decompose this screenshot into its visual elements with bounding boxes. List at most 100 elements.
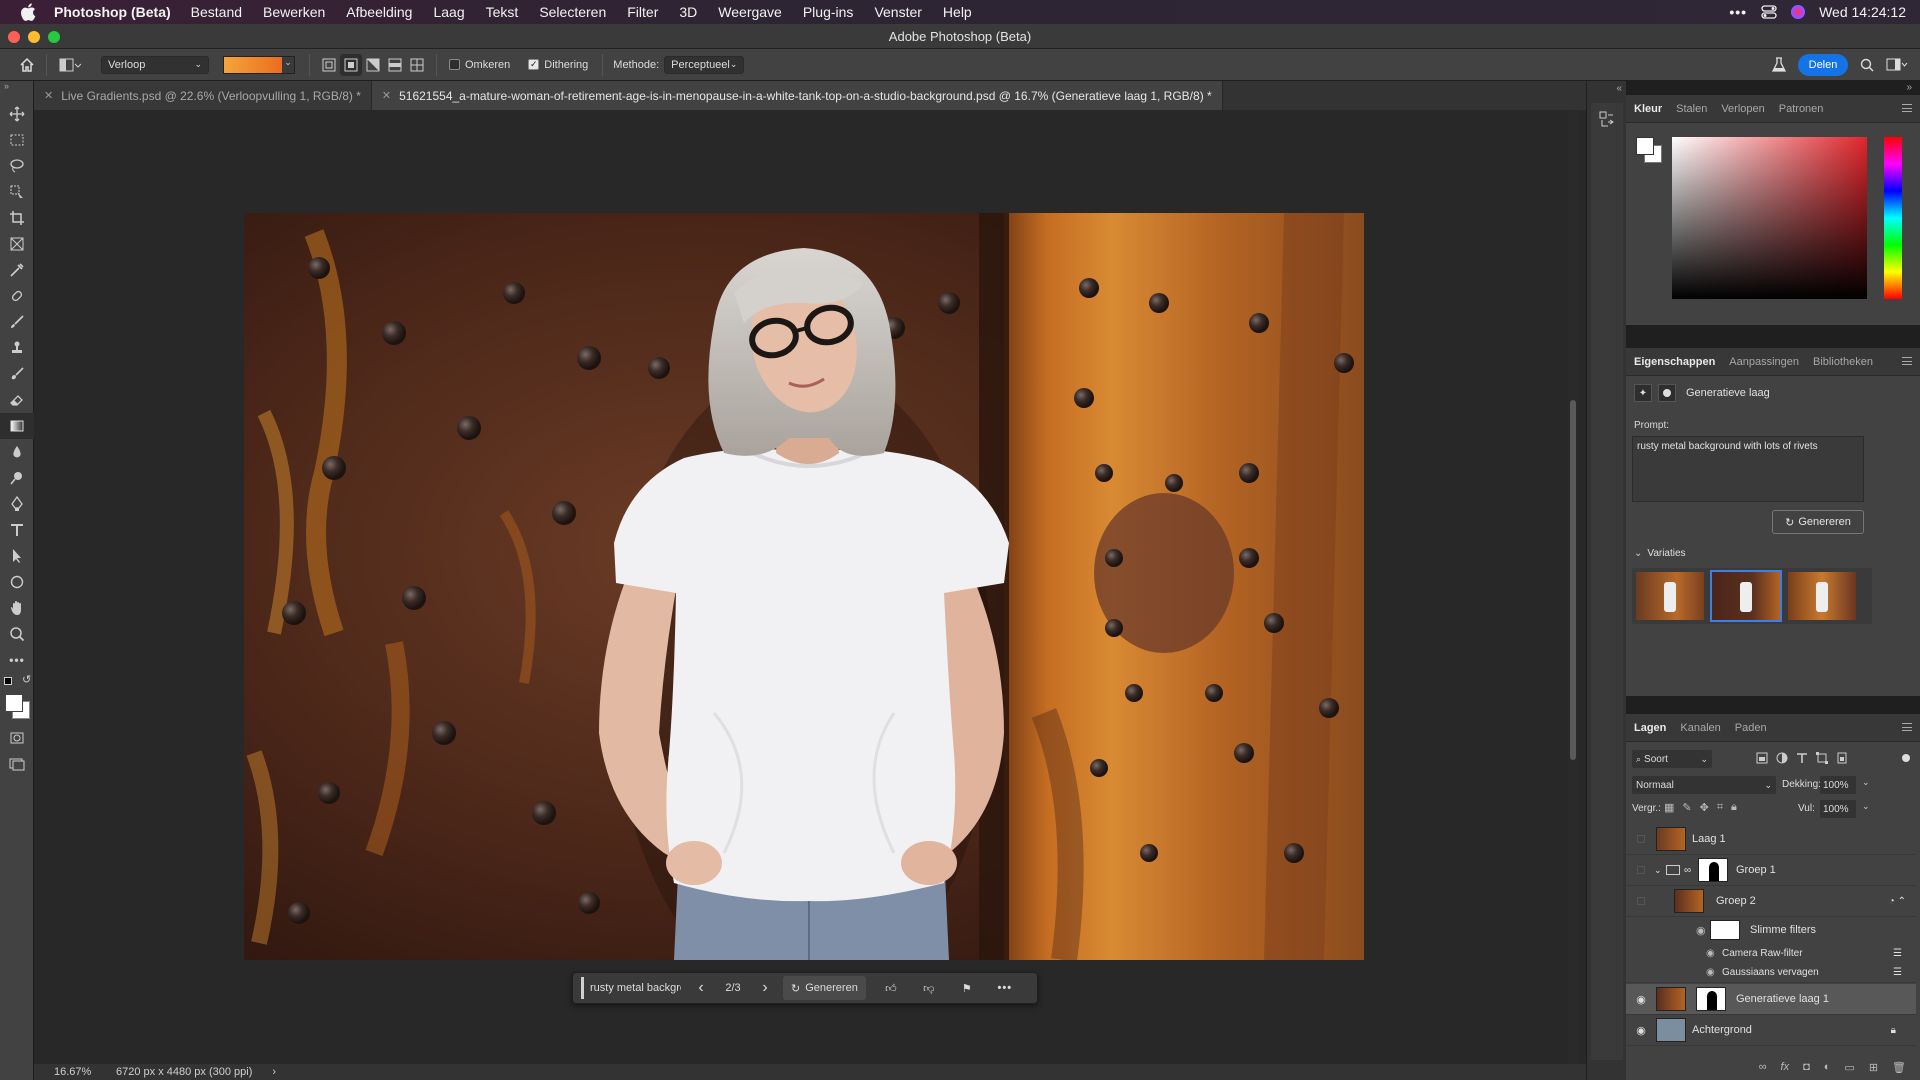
menu-venster[interactable]: Venster [874,4,921,20]
delete-layer-icon[interactable]: 🗑︎ [1892,1061,1906,1074]
gradient-preview[interactable]: ⌄ [223,55,295,74]
minimize-window-icon[interactable] [28,31,40,43]
close-tab-icon[interactable]: ✕ [382,89,391,102]
filter-toggle[interactable] [1902,754,1910,762]
zoom-tool-icon[interactable] [0,621,34,647]
opacity-field[interactable]: 100% [1820,776,1856,794]
panel-menu-icon[interactable] [1902,104,1912,112]
search-icon[interactable] [1856,54,1878,76]
beaker-icon[interactable] [1768,54,1790,76]
layer-row-laag-1[interactable]: Laag 1 [1626,824,1916,855]
new-group-icon[interactable]: ▭ [1844,1061,1854,1074]
color-field[interactable] [1672,137,1867,299]
layer-row-generative-layer[interactable]: ◉ Generatieve laag 1 [1626,984,1916,1015]
home-icon[interactable] [16,54,38,76]
menu-laag[interactable]: Laag [433,4,464,20]
lock-transparency-icon[interactable]: ▦ [1664,801,1674,814]
close-window-icon[interactable] [8,31,20,43]
move-tool-icon[interactable] [0,101,34,127]
zoom-window-icon[interactable] [48,31,60,43]
previous-variation-button[interactable]: ‹ [687,976,715,1000]
variation-thumbnail[interactable] [1636,572,1704,620]
menu-help[interactable]: Help [943,4,972,20]
tab-active-document[interactable]: ✕ 51621554_a-mature-woman-of-retirement-… [371,81,1223,110]
history-panel-icon[interactable] [1599,111,1615,132]
thumbs-down-icon[interactable]: 👎︎ [910,976,948,1000]
eraser-tool-icon[interactable] [0,387,34,413]
layer-row-background[interactable]: ◉ Achtergrond 🔒︎ [1626,1015,1916,1046]
tab-live-gradients[interactable]: ✕ Live Gradients.psd @ 22.6% (Verloopvul… [34,81,372,110]
radial-gradient-icon[interactable] [340,53,362,76]
zoom-level[interactable]: 16.67% [54,1066,108,1078]
foreground-color-swatch[interactable] [5,694,23,712]
pixel-filter-icon[interactable] [1756,752,1768,764]
blur-tool-icon[interactable] [0,439,34,465]
collapse-dock-icon[interactable]: » [1906,82,1912,93]
scroll-thumb[interactable] [1570,400,1576,760]
tab-stalen[interactable]: Stalen [1676,103,1707,115]
tab-lagen[interactable]: Lagen [1634,722,1666,734]
menu-3d[interactable]: 3D [679,4,697,20]
color-swatches[interactable] [0,691,33,725]
smart-object-filter-icon[interactable] [1836,752,1848,764]
chevron-down-icon[interactable]: ⌄ [282,56,294,73]
share-button[interactable]: Delen [1798,54,1848,76]
fx-icon[interactable]: fx [1781,1061,1790,1073]
visibility-toggle[interactable] [1634,863,1648,877]
crop-tool-icon[interactable] [0,205,34,231]
prompt-textarea[interactable]: rusty metal background with lots of rive… [1632,436,1864,502]
diamond-gradient-icon[interactable] [406,54,428,76]
hue-slider[interactable] [1884,137,1902,299]
chevron-down-icon[interactable]: ⌄ [1862,801,1870,812]
chevron-down-icon[interactable]: ⌄ [1634,548,1642,559]
layer-row-groep-2[interactable]: Groep 2 ◔ ⌃ [1626,886,1916,917]
clone-stamp-tool-icon[interactable] [0,335,34,361]
dodge-tool-icon[interactable] [0,465,34,491]
pen-tool-icon[interactable] [0,491,34,517]
flag-icon[interactable]: ⚑ [948,976,986,1000]
panel-menu-icon[interactable] [1902,723,1912,731]
menu-filter[interactable]: Filter [627,4,658,20]
generate-button[interactable]: ↻ Genereren [783,976,866,1000]
fill-field[interactable]: 100% [1820,800,1856,818]
layer-row-camera-raw[interactable]: ◉ Camera Raw-filter ☰ [1626,943,1916,963]
variation-thumbnail[interactable] [1788,572,1856,620]
variation-thumbnail[interactable] [1710,570,1782,622]
layer-row-groep-1[interactable]: ⌄ ∞ Groep 1 [1626,855,1916,886]
quick-mask-icon[interactable] [0,725,34,751]
menu-plugins[interactable]: Plug-ins [803,4,854,20]
lock-pixels-icon[interactable]: ✎ [1682,801,1691,814]
tab-kanalen[interactable]: Kanalen [1680,722,1720,734]
visibility-toggle[interactable] [1634,894,1648,908]
layer-row-smart-filters[interactable]: ◉ Slimme filters [1626,917,1916,943]
control-center-icon[interactable] [1761,5,1777,19]
checkmark-icon[interactable]: ✓ [528,59,540,70]
adjustment-filter-icon[interactable] [1776,752,1788,764]
vertical-scrollbar[interactable] [1568,110,1578,1065]
healing-brush-tool-icon[interactable] [0,283,34,309]
more-options-icon[interactable]: ••• [986,976,1024,1000]
apple-icon[interactable] [18,1,40,23]
path-selection-tool-icon[interactable] [0,543,34,569]
menu-bewerken[interactable]: Bewerken [263,4,325,20]
tab-verlopen[interactable]: Verlopen [1721,103,1764,115]
siri-icon[interactable] [1791,5,1806,19]
eye-icon[interactable]: ◉ [1706,967,1715,978]
reflected-gradient-icon[interactable] [384,54,406,76]
gradient-mode-dropdown[interactable]: Verloop ⌄ [101,55,209,74]
menu-bestand[interactable]: Bestand [191,4,242,20]
lock-position-icon[interactable]: ✥ [1700,801,1709,814]
tab-aanpassingen[interactable]: Aanpassingen [1729,356,1799,368]
collapse-icon[interactable]: » [0,81,33,95]
prompt-input[interactable]: rusty metal backgro [581,977,681,999]
hand-tool-icon[interactable] [0,595,34,621]
more-icon[interactable]: ••• [1729,4,1747,20]
brush-tool-icon[interactable] [0,309,34,335]
lasso-tool-icon[interactable] [0,153,34,179]
menu-weergave[interactable]: Weergave [718,4,782,20]
object-selection-tool-icon[interactable] [0,179,34,205]
workspace-icon[interactable] [1886,54,1908,76]
more-tools-icon[interactable]: ••• [0,647,34,673]
angle-gradient-icon[interactable] [362,54,384,76]
menu-selecteren[interactable]: Selecteren [539,4,606,20]
